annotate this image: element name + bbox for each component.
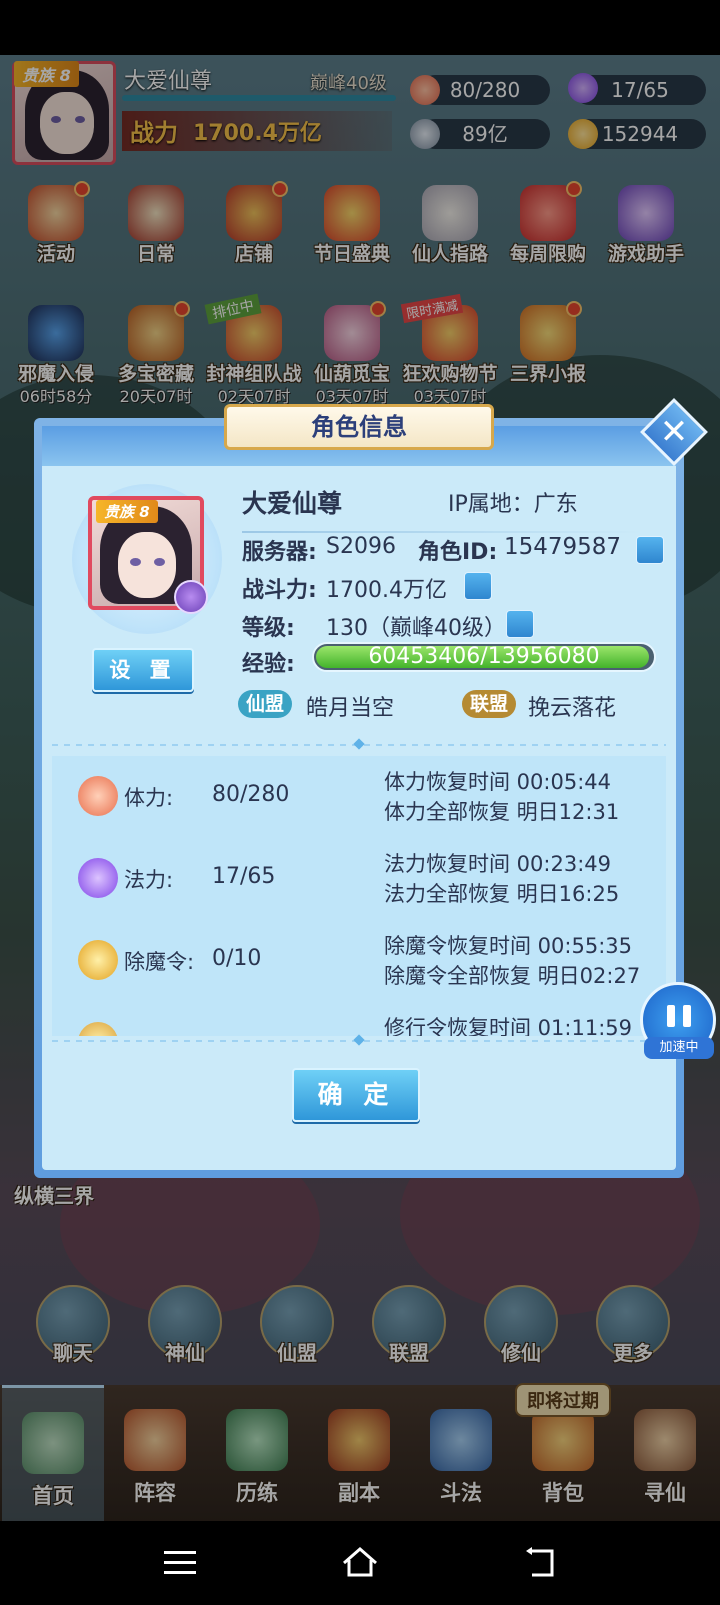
guild-tag: 仙盟 — [238, 690, 293, 718]
token-icon — [78, 940, 118, 980]
stat-full-recover: 除魔令全部恢复 明日02:27 — [384, 964, 641, 988]
peach-icon — [78, 776, 118, 816]
role-name: 大爱仙尊 — [242, 489, 343, 518]
settings-button[interactable]: 设 置 — [92, 648, 194, 692]
guild-name[interactable]: 皓月当空 — [306, 690, 394, 722]
stat-recover-time: 体力恢复时间 00:05:44 — [384, 770, 611, 794]
menu-icon[interactable] — [158, 1541, 202, 1585]
stats-panel[interactable]: 体力: 80/280 体力恢复时间 00:05:44 体力全部恢复 明日12:3… — [52, 756, 666, 1036]
stat-row-stamina: 体力: 80/280 体力恢复时间 00:05:44 体力全部恢复 明日12:3… — [52, 766, 666, 846]
stat-name: 除魔令: — [124, 950, 195, 974]
level-value: 130（巅峰40级） — [326, 616, 506, 641]
role-id-label: 角色ID: — [418, 540, 498, 565]
stat-recover-time: 修行令恢复时间 01:11:59 — [384, 1016, 632, 1036]
server-label: 服务器: — [242, 540, 317, 565]
stat-row-mana: 法力: 17/65 法力恢复时间 00:23:49 法力全部恢复 明日16:25 — [52, 848, 666, 928]
pause-icon — [683, 1005, 691, 1027]
divider-gem — [353, 738, 365, 750]
portrait-eye — [130, 558, 141, 566]
alliance-tag: 联盟 — [462, 690, 517, 718]
stat-full-recover: 法力全部恢复 明日16:25 — [384, 882, 620, 906]
stat-full-recover: 体力全部恢复 明日12:31 — [384, 800, 620, 824]
role-id-value: 15479587 — [504, 534, 622, 560]
stat-row-demon-token: 除魔令: 0/10 除魔令恢复时间 00:55:35 除魔令全部恢复 明日02:… — [52, 930, 666, 1010]
search-icon[interactable] — [464, 572, 492, 600]
home-icon[interactable] — [338, 1541, 382, 1585]
system-nav-bar — [0, 1521, 720, 1605]
dialog-body: 贵族 8 设 置 大爱仙尊 IP属地：广东 服务器: S2096 角色ID: 1… — [42, 426, 676, 1170]
vip-rank-tag: 贵族 8 — [96, 500, 158, 523]
stat-value: 17/65 — [212, 864, 276, 889]
divider-gem — [353, 1034, 365, 1046]
stat-row-cultivation-token: 修行令恢复时间 01:11:59 — [52, 1012, 666, 1036]
exp-progress-bar: 60453406/13956080 — [312, 642, 656, 672]
stat-recover-time: 法力恢复时间 00:23:49 — [384, 852, 611, 876]
server-value: S2096 — [326, 534, 396, 559]
name-underline — [242, 531, 642, 533]
ip-location: IP属地：广东 — [448, 492, 578, 517]
role-info-dialog: 贵族 8 设 置 大爱仙尊 IP属地：广东 服务器: S2096 角色ID: 1… — [34, 398, 708, 1178]
exp-text: 60453406/13956080 — [368, 644, 600, 669]
confirm-button[interactable]: 确 定 — [292, 1068, 420, 1122]
power-value: 1700.4万亿 — [326, 578, 447, 603]
pause-icon — [667, 1005, 675, 1027]
portrait-eye — [154, 558, 165, 566]
stat-name: 法力: — [124, 868, 174, 892]
cultivation-token-icon — [78, 1022, 118, 1036]
power-label: 战斗力: — [242, 578, 317, 603]
back-icon[interactable] — [520, 1541, 564, 1585]
rank-badge-icon — [174, 580, 208, 614]
close-icon: ✕ — [659, 412, 689, 452]
portrait-face — [118, 532, 176, 598]
stat-value: 0/10 — [212, 946, 262, 971]
search-icon[interactable] — [506, 610, 534, 638]
alliance-name[interactable]: 挽云落花 — [528, 690, 616, 722]
purple-flame-icon — [78, 858, 118, 898]
level-label: 等级: — [242, 616, 295, 641]
exp-label: 经验: — [242, 652, 295, 677]
copy-icon[interactable] — [636, 536, 664, 564]
dialog-title: 角色信息 — [224, 404, 494, 450]
screen: 贵族 8 大爱仙尊 巅峰40级 战力 1700.4万亿 80/280 17/65… — [0, 0, 720, 1605]
stat-recover-time: 除魔令恢复时间 00:55:35 — [384, 934, 632, 958]
stat-value: 80/280 — [212, 782, 290, 807]
stat-name: 体力: — [124, 786, 174, 810]
speed-up-label: 加速中 — [644, 1037, 714, 1059]
